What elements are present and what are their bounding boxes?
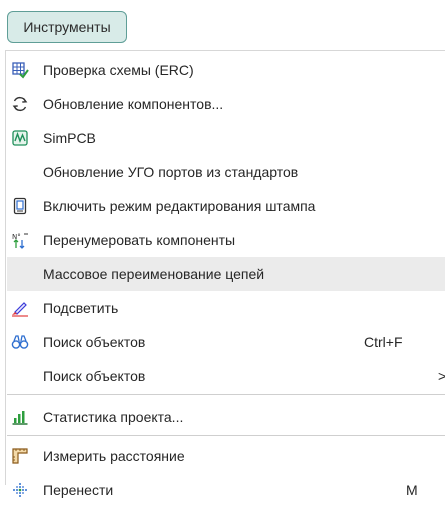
menu-item-label: Статистика проекта...	[43, 409, 184, 425]
menu-item-highlight[interactable]: Подсветить	[7, 291, 445, 325]
instruments-dropdown: Проверка схемы (ERC) Обновление компонен…	[5, 50, 445, 498]
menu-item-simpcb[interactable]: SimPCB	[7, 121, 445, 155]
menu-item-renumber-components[interactable]: N° Перенумеровать компоненты	[7, 223, 445, 257]
shortcut-label: M	[406, 482, 418, 498]
menu-item-label: Проверка схемы (ERC)	[43, 62, 194, 78]
menu-item-erc-check[interactable]: Проверка схемы (ERC)	[7, 53, 445, 87]
menu-item-project-statistics[interactable]: Статистика проекта...	[7, 400, 445, 434]
erc-check-icon	[11, 61, 29, 79]
menu-item-label: Измерить расстояние	[43, 448, 185, 464]
menu-instruments-label: Инструменты	[23, 19, 111, 35]
menu-item-label: Поиск объектов	[43, 368, 146, 384]
bar-chart-icon	[11, 408, 29, 426]
menu-item-find-objects-submenu[interactable]: Поиск объектов >	[7, 359, 445, 393]
menu-item-find-objects[interactable]: Поиск объектов Ctrl+F	[7, 325, 445, 359]
submenu-arrow-icon: >	[438, 368, 445, 384]
menu-item-label: Массовое переименование цепей	[43, 266, 265, 282]
menu-item-label: Обновление компонентов...	[43, 96, 224, 112]
simpcb-icon	[11, 129, 29, 147]
refresh-icon	[11, 95, 29, 113]
menu-item-label: Перенести	[43, 482, 114, 498]
menu-item-stamp-edit-mode[interactable]: Включить режим редактирования штампа	[7, 189, 445, 223]
move-arrows-icon	[11, 481, 29, 499]
menu-separator	[7, 394, 445, 395]
renumber-icon: N°	[11, 231, 29, 249]
menu-item-move[interactable]: Перенести M	[7, 473, 445, 507]
menu-item-label: Подсветить	[43, 300, 119, 316]
menu-item-update-port-symbols[interactable]: Обновление УГО портов из стандартов	[7, 155, 445, 189]
menu-item-label: Поиск объектов	[43, 334, 146, 350]
stamp-document-icon	[11, 197, 29, 215]
menu-item-bulk-rename-nets[interactable]: Массовое переименование цепей	[7, 257, 445, 291]
menu-instruments-button[interactable]: Инструменты	[7, 11, 127, 43]
menu-item-update-components[interactable]: Обновление компонентов...	[7, 87, 445, 121]
shortcut-label: Ctrl+F	[364, 334, 403, 350]
menu-item-label: Обновление УГО портов из стандартов	[43, 164, 299, 180]
menu-item-label: Перенумеровать компоненты	[43, 232, 236, 248]
binoculars-icon	[11, 333, 29, 351]
menu-separator	[7, 435, 445, 436]
ruler-icon	[11, 447, 29, 465]
menu-item-label: SimPCB	[43, 130, 96, 146]
menu-item-measure-distance[interactable]: Измерить расстояние	[7, 439, 445, 473]
menu-item-label: Включить режим редактирования штампа	[43, 198, 316, 214]
highlight-pen-icon	[11, 299, 29, 317]
